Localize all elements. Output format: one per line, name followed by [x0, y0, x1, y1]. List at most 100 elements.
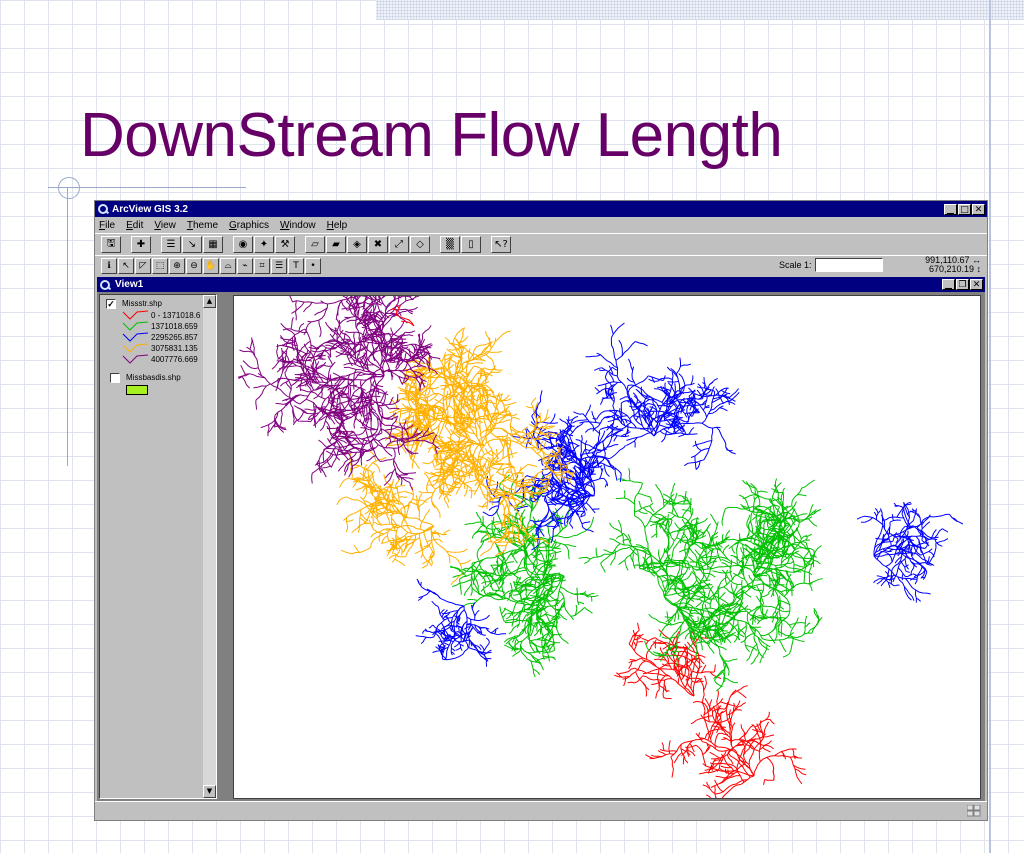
stream-segment [718, 592, 726, 600]
edit-legend-icon[interactable]: ↘ [182, 236, 202, 253]
layer-1-name[interactable]: Missstr.shp [122, 299, 162, 308]
stream-segment [624, 560, 629, 571]
menu-edit[interactable]: Edit [126, 220, 143, 231]
layer-1-checkbox[interactable]: ✓ [106, 299, 116, 309]
identify-icon[interactable]: ℹ [101, 258, 117, 274]
menu-window[interactable]: Window [280, 220, 316, 231]
save-icon[interactable]: 🖫 [101, 236, 121, 253]
zoom-in-icon[interactable]: ✖ [368, 236, 388, 253]
zoom-in-tool-icon[interactable]: ⊕ [169, 258, 185, 274]
status-bar [95, 801, 987, 820]
stream-segment [655, 689, 660, 699]
arcview-app-icon[interactable] [97, 203, 109, 215]
zoom-out-icon[interactable]: ⤢ [389, 236, 409, 253]
stream-segment [714, 785, 719, 805]
stream-segment [897, 567, 906, 578]
stream-segment [740, 632, 756, 644]
find-icon[interactable]: ◉ [233, 236, 253, 253]
stream-segment [659, 621, 684, 626]
text-icon[interactable]: T [288, 258, 304, 274]
stream-segment [722, 544, 730, 554]
draw-point-icon[interactable]: • [305, 258, 321, 274]
view-minimize-button[interactable]: ▁ [942, 279, 955, 290]
stream-segment [687, 746, 690, 757]
stream-segment [445, 615, 451, 624]
scroll-down-button[interactable]: ▼ [203, 785, 216, 798]
scroll-up-button[interactable]: ▲ [203, 295, 216, 308]
theme-properties-icon[interactable]: ☰ [161, 236, 181, 253]
stream-segment [703, 675, 707, 691]
add-theme-icon[interactable]: ✚ [131, 236, 151, 253]
zoom-out-tool-icon[interactable]: ⊖ [186, 258, 202, 274]
stream-segment [431, 500, 441, 518]
stream-segment [723, 677, 738, 684]
view-restore-button[interactable]: ❐ [956, 279, 969, 290]
stream-segment [628, 657, 644, 664]
stream-segment [797, 494, 807, 497]
select-feature-icon[interactable]: ⬚ [152, 258, 168, 274]
stream-segment [499, 574, 512, 577]
stream-segment [388, 554, 396, 560]
query-builder-icon[interactable]: ⚒ [275, 236, 295, 253]
menu-graphics[interactable]: Graphics [229, 220, 269, 231]
stream-segment [919, 547, 928, 565]
close-button[interactable]: ✕ [972, 203, 985, 215]
zoom-previous-icon[interactable]: ◇ [410, 236, 430, 253]
select-features-icon[interactable]: ▒ [440, 236, 460, 253]
stream-segment [564, 544, 570, 560]
view-close-button[interactable]: ✕ [970, 279, 983, 290]
stream-segment [412, 283, 429, 300]
clear-selected-icon[interactable]: ▯ [461, 236, 481, 253]
label-icon[interactable]: ☰ [271, 258, 287, 274]
map-canvas[interactable] [233, 234, 981, 853]
menu-view[interactable]: View [154, 220, 176, 231]
pan-icon[interactable]: ✋ [203, 258, 219, 274]
stream-segment [654, 658, 666, 661]
pointer-icon[interactable]: ↖ [118, 258, 134, 274]
vertex-edit-icon[interactable]: ◸ [135, 258, 151, 274]
view-icon[interactable] [99, 279, 111, 291]
zoom-full-icon[interactable]: ▱ [305, 236, 325, 253]
toc-scrollbar[interactable]: ▲ ▼ [203, 295, 216, 798]
stream-segment [599, 399, 603, 405]
help-icon[interactable]: ↖? [491, 236, 511, 253]
stream-segment [918, 513, 950, 527]
resize-grip-icon[interactable] [967, 805, 981, 817]
legend-label: 0 - 1371018.6 [151, 310, 201, 320]
hot-link-icon[interactable]: ⌁ [237, 258, 253, 274]
stream-segment [690, 375, 694, 385]
area-of-interest-icon[interactable]: ⌗ [254, 258, 270, 274]
app-titlebar[interactable]: ArcView GIS 3.2 ▁ □ ✕ [95, 201, 987, 217]
stream-segment [664, 616, 672, 618]
stream-segment [719, 407, 728, 412]
stream-segment [670, 756, 674, 778]
maximize-button[interactable]: □ [958, 203, 971, 215]
stream-segment [569, 523, 574, 529]
stream-segment [534, 579, 538, 588]
layer-2-checkbox[interactable] [110, 373, 120, 383]
locate-icon[interactable]: ✦ [254, 236, 274, 253]
stream-segment [433, 529, 436, 534]
stream-segment [595, 547, 598, 558]
menu-help[interactable]: Help [327, 220, 348, 231]
stream-segment [568, 415, 579, 421]
menu-file[interactable]: File [99, 220, 115, 231]
measure-icon[interactable]: ⌓ [220, 258, 236, 274]
view-titlebar[interactable]: View1 ▁ ❐ ✕ [97, 277, 985, 292]
layer-2-name[interactable]: Missbasdis.shp [126, 373, 181, 382]
scale-input[interactable] [815, 258, 883, 272]
zoom-selected-icon[interactable]: ◈ [347, 236, 367, 253]
decorative-left-rule [67, 188, 68, 466]
stream-segment [794, 621, 806, 624]
stream-segment [757, 490, 768, 493]
open-table-icon[interactable]: ▦ [203, 236, 223, 253]
stream-segment [389, 407, 400, 410]
menu-theme[interactable]: Theme [187, 220, 218, 231]
zoom-active-icon[interactable]: ▰ [326, 236, 346, 253]
stream-segment [255, 399, 257, 410]
minimize-button[interactable]: ▁ [944, 203, 957, 215]
stream-segment [345, 517, 349, 533]
stream-segment [424, 630, 433, 634]
stream-segment [449, 357, 459, 366]
stream-segment [473, 482, 480, 496]
